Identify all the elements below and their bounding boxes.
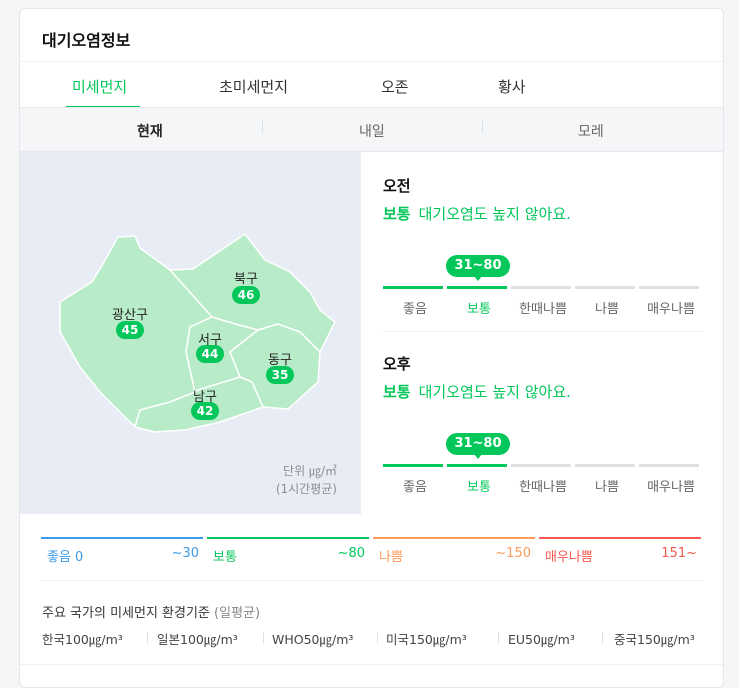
legend-line — [373, 537, 535, 539]
district-map: 광산구 45 북구 46 서구 44 동구 35 남구 42 단위 ㎍/㎥ (1… — [20, 152, 361, 514]
scale-segment — [511, 464, 571, 467]
tab-now[interactable]: 현재 — [137, 121, 163, 141]
scale-segment — [511, 286, 571, 289]
legend-line — [207, 537, 369, 539]
level-bad: 나쁨 — [595, 480, 619, 495]
level-normal: 보통 — [467, 302, 491, 317]
forecast-afternoon-grade: 보통 — [383, 383, 411, 401]
forecast-morning-grade: 보통 — [383, 205, 411, 223]
scale-segment — [383, 286, 443, 289]
forecast-morning-label: 오전 — [383, 177, 411, 195]
tab-yellow-dust[interactable]: 황사 — [498, 76, 526, 97]
scale-segment — [447, 286, 507, 289]
standard-separator — [377, 632, 378, 643]
pollutant-tabs: 미세먼지 초미세먼지 오존 황사 — [20, 61, 723, 108]
scale-segment — [575, 286, 635, 289]
legend-good-max: ~30 — [171, 546, 199, 561]
forecast-afternoon-desc: 보통 대기오염도 높지 않아요. — [383, 381, 703, 402]
tab-fine-dust[interactable]: 미세먼지 — [72, 76, 127, 97]
tab-divider — [482, 121, 483, 133]
standard-separator — [147, 632, 148, 643]
standards-title: 주요 국가의 미세먼지 환경기준 (일평균) — [42, 602, 260, 621]
standard-separator — [602, 632, 603, 643]
legend-very-bad-max: 151~ — [661, 546, 697, 561]
scale-segment — [383, 464, 443, 467]
legend-good-label: 좋음 0 — [47, 550, 84, 565]
legend-normal: 보통 ~80 — [207, 537, 369, 565]
standards-title-text: 주요 국가의 미세먼지 환경기준 — [42, 606, 210, 621]
legend-very-bad-label: 매우나쁨 — [545, 550, 593, 565]
scale-segment — [639, 286, 699, 289]
level-good: 좋음 — [403, 302, 427, 317]
forecast-afternoon: 오후 보통 대기오염도 높지 않아요. — [383, 353, 703, 402]
district-value-gwangsan[interactable]: 45 — [116, 321, 144, 339]
level-very-bad: 매우나쁨 — [647, 480, 695, 495]
map-unit-note: 단위 ㎍/㎥ (1시간평균) — [276, 462, 337, 498]
level-occasionally-bad: 한때나쁨 — [519, 302, 567, 317]
district-value-seo[interactable]: 44 — [196, 345, 224, 363]
card-title: 대기오염정보 — [42, 31, 131, 50]
district-label-buk: 북구 — [234, 272, 258, 287]
tab-divider — [262, 121, 263, 133]
tab-tomorrow[interactable]: 내일 — [359, 121, 385, 141]
forecast-morning-message: 대기오염도 높지 않아요. — [418, 205, 571, 223]
standards-list: 한국100㎍/m³ 일본100㎍/m³ WHO50㎍/m³ 미국150㎍/m³ … — [42, 629, 706, 649]
day-tabs: 현재 내일 모레 — [20, 107, 723, 152]
standard-separator — [263, 632, 264, 643]
legend-line — [41, 537, 203, 539]
level-bad: 나쁨 — [595, 302, 619, 317]
level-very-bad: 매우나쁨 — [647, 302, 695, 317]
bottom-divider — [20, 664, 723, 665]
air-pollution-card: 대기오염정보 미세먼지 초미세먼지 오존 황사 현재 내일 모레 광산구 45 … — [19, 8, 724, 688]
forecast-morning: 오전 보통 대기오염도 높지 않아요. — [383, 175, 703, 224]
level-good: 좋음 — [403, 480, 427, 495]
standard-who: WHO50㎍/m³ — [272, 632, 354, 647]
grade-legend: 좋음 0 ~30 보통 ~80 나쁨 ~150 매우나쁨 151~ — [41, 537, 703, 565]
standard-usa: 미국150㎍/m³ — [386, 632, 467, 647]
section-divider — [41, 580, 703, 581]
legend-good: 좋음 0 ~30 — [41, 537, 203, 565]
legend-bad-max: ~150 — [495, 546, 531, 561]
legend-normal-max: ~80 — [337, 546, 365, 561]
legend-bad: 나쁨 ~150 — [373, 537, 535, 565]
tab-ozone[interactable]: 오존 — [381, 76, 409, 97]
district-value-dong[interactable]: 35 — [266, 366, 294, 384]
forecast-afternoon-message: 대기오염도 높지 않아요. — [418, 383, 571, 401]
standard-korea: 한국100㎍/m³ — [42, 632, 123, 647]
standards-note: (일평균) — [214, 606, 261, 621]
level-occasionally-bad: 한때나쁨 — [519, 480, 567, 495]
forecast-morning-desc: 보통 대기오염도 높지 않아요. — [383, 203, 703, 224]
forecast-afternoon-range: 31~80 — [446, 433, 510, 459]
district-value-buk[interactable]: 46 — [232, 286, 260, 304]
legend-line — [539, 537, 701, 539]
legend-normal-label: 보통 — [213, 550, 237, 565]
forecast-divider — [383, 331, 703, 332]
legend-very-bad: 매우나쁨 151~ — [539, 537, 701, 565]
standard-separator — [498, 632, 499, 643]
standard-china: 중국150㎍/m³ — [614, 632, 695, 647]
forecast-morning-range: 31~80 — [446, 255, 510, 281]
scale-segment — [575, 464, 635, 467]
legend-bad-label: 나쁨 — [379, 550, 403, 565]
tab-ultrafine-dust[interactable]: 초미세먼지 — [219, 76, 288, 97]
scale-segment — [447, 464, 507, 467]
forecast-afternoon-label: 오후 — [383, 355, 411, 373]
standard-eu: EU50㎍/m³ — [508, 632, 575, 647]
scale-segment — [639, 464, 699, 467]
tab-day-after-tomorrow[interactable]: 모레 — [578, 121, 604, 141]
unit-period: (1시간평균) — [275, 482, 337, 496]
district-value-nam[interactable]: 42 — [191, 402, 219, 420]
level-normal: 보통 — [467, 480, 491, 495]
standard-japan: 일본100㎍/m³ — [157, 632, 238, 647]
unit-label: 단위 ㎍/㎥ — [283, 464, 337, 478]
